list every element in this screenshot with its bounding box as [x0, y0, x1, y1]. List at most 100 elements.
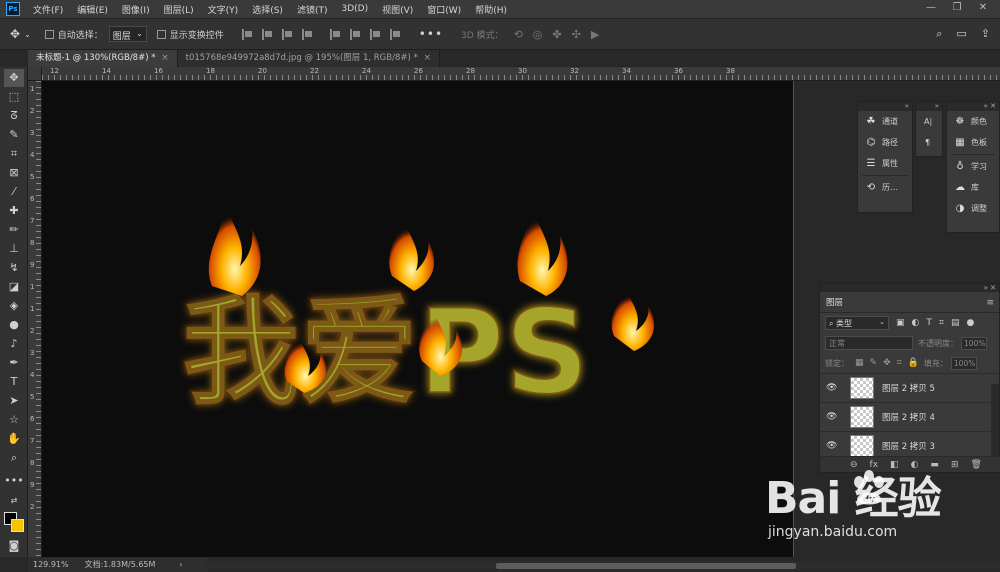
panel-properties[interactable]: ☰ 属性	[858, 153, 912, 174]
character-icon[interactable]: A|	[916, 111, 942, 132]
align-bottom-icon[interactable]	[369, 28, 381, 40]
move-tool-icon[interactable]: ✥	[10, 27, 20, 41]
blur-tool-icon[interactable]: ●	[4, 316, 24, 334]
lasso-tool-icon[interactable]: ᘔ	[4, 107, 24, 125]
restore-button[interactable]: ❐	[944, 0, 970, 16]
panel-learn[interactable]: ♁ 学习	[947, 156, 999, 177]
align-middle-icon[interactable]	[349, 28, 361, 40]
menu-layer[interactable]: 图层(L)	[157, 3, 201, 16]
menu-filter[interactable]: 滤镜(T)	[290, 3, 335, 16]
menu-image[interactable]: 图像(I)	[115, 3, 157, 16]
type-tool-icon[interactable]: T	[4, 373, 24, 391]
hand-tool-icon[interactable]: ✋	[4, 430, 24, 448]
collapse-icon[interactable]: »	[916, 102, 942, 111]
search-icon[interactable]: ⌕	[936, 27, 942, 41]
lock-pixels-icon[interactable]: ✎	[870, 358, 878, 368]
menu-file[interactable]: 文件(F)	[26, 3, 70, 16]
marquee-tool-icon[interactable]: ⬚	[4, 88, 24, 106]
document-size[interactable]: 文档:1.83M/5.65M	[85, 559, 156, 570]
visibility-eye-icon[interactable]: 👁	[826, 383, 838, 393]
delete-layer-icon[interactable]: 🗑	[970, 460, 981, 470]
align-right-icon[interactable]	[281, 28, 293, 40]
quick-mask-icon[interactable]: ◙	[4, 537, 24, 555]
3d-orbit-icon[interactable]: ⟲	[514, 28, 523, 41]
collapse-icon[interactable]: » ✕	[947, 102, 999, 111]
distribute-vertical-icon[interactable]	[389, 28, 401, 40]
lock-transparent-icon[interactable]: ▦	[855, 358, 864, 368]
background-color-swatch[interactable]	[11, 519, 24, 532]
3d-pan-icon[interactable]: ✤	[552, 28, 561, 41]
new-layer-icon[interactable]: ⊞	[951, 460, 959, 470]
crop-tool-icon[interactable]: ⌗	[4, 145, 24, 163]
move-tool-icon[interactable]: ✥	[4, 69, 24, 87]
panel-menu-icon[interactable]: ≡	[986, 298, 994, 308]
quick-select-tool-icon[interactable]: ✎	[4, 126, 24, 144]
chevron-down-icon[interactable]: ⌄	[24, 30, 31, 39]
edit-toolbar-icon[interactable]: •••	[4, 472, 24, 490]
paint-bucket-tool-icon[interactable]: ◈	[4, 297, 24, 315]
lock-artboard-icon[interactable]: ⌗	[897, 358, 902, 368]
3d-camera-icon[interactable]: ▶	[591, 28, 599, 41]
tab-jpg-document[interactable]: t015768e949972a8d7d.jpg @ 195%(图层 1, RGB…	[177, 50, 440, 67]
document-canvas[interactable]: 我爱PS	[42, 81, 794, 557]
share-icon[interactable]: ⇪	[981, 27, 990, 41]
status-arrow-icon[interactable]: ›	[179, 560, 182, 569]
close-tab-icon[interactable]: ×	[161, 53, 168, 63]
close-tab-icon[interactable]: ×	[424, 53, 431, 63]
horizontal-ruler[interactable]: 12 14 16 18 20 22 24 26 28 30 32 34 36 3…	[42, 67, 1000, 81]
more-options-button[interactable]: •••	[419, 27, 443, 41]
menu-edit[interactable]: 编辑(E)	[70, 3, 115, 16]
clone-stamp-tool-icon[interactable]: ⊥	[4, 240, 24, 258]
menu-select[interactable]: 选择(S)	[245, 3, 290, 16]
tab-untitled-1[interactable]: 未标题-1 @ 130%(RGB/8#) * ×	[28, 50, 178, 67]
scrollbar-thumb[interactable]	[496, 563, 796, 569]
workspace-icon[interactable]: ▭	[956, 27, 966, 41]
3d-slide-icon[interactable]: ✣	[572, 28, 581, 41]
menu-window[interactable]: 窗口(W)	[420, 3, 468, 16]
filter-adjustment-icon[interactable]: ◐	[912, 318, 920, 328]
opacity-field[interactable]: 100%	[961, 336, 987, 350]
menu-type[interactable]: 文字(Y)	[201, 3, 246, 16]
panel-adjustments[interactable]: ◑ 调整	[947, 198, 999, 219]
swap-colors-icon[interactable]: ⇄	[4, 492, 24, 510]
distribute-icon[interactable]	[301, 28, 313, 40]
panel-color[interactable]: ☸ 颜色	[947, 111, 999, 132]
minimize-button[interactable]: —	[918, 0, 944, 16]
eyedropper-tool-icon[interactable]: ⁄	[4, 183, 24, 201]
eraser-tool-icon[interactable]: ◪	[4, 278, 24, 296]
panel-history[interactable]: ⟲ 历…	[858, 177, 912, 198]
lock-all-icon[interactable]: 🔒	[908, 358, 919, 368]
filter-shape-icon[interactable]: ⌗	[939, 318, 944, 328]
tab-layers[interactable]: 图层	[826, 296, 843, 308]
show-transform-checkbox[interactable]	[156, 29, 166, 39]
horizontal-scrollbar[interactable]	[206, 561, 1000, 571]
layer-row[interactable]: 👁 图层 2 拷贝 4	[820, 402, 999, 431]
visibility-eye-icon[interactable]: 👁	[826, 441, 838, 451]
lock-position-icon[interactable]: ✥	[883, 358, 891, 368]
align-top-icon[interactable]	[329, 28, 341, 40]
brush-tool-icon[interactable]: ✏	[4, 221, 24, 239]
paragraph-icon[interactable]: ¶	[916, 132, 942, 153]
filter-toggle-icon[interactable]: ●	[966, 318, 974, 328]
auto-select-dropdown[interactable]: 图层 ⌄	[108, 26, 147, 42]
collapse-icon[interactable]: »	[858, 102, 912, 111]
menu-view[interactable]: 视图(V)	[375, 3, 420, 16]
vertical-ruler[interactable]: 1 2 3 4 5 6 7 8 9 1 1 2 3 4 5 6 7 8 9 2	[28, 81, 42, 557]
3d-roll-icon[interactable]: ◎	[533, 28, 543, 41]
panel-paths[interactable]: ⌬ 路径	[858, 132, 912, 153]
layer-filter-dropdown[interactable]: ⌕ 类型 ⌄	[825, 316, 889, 330]
ruler-origin[interactable]	[28, 67, 42, 81]
panel-libraries[interactable]: ☁ 库	[947, 177, 999, 198]
layer-row[interactable]: 👁 图层 2 拷贝 5	[820, 373, 999, 402]
collapse-icon[interactable]: » ✕	[820, 284, 999, 292]
panel-channels[interactable]: ☘ 通道	[858, 111, 912, 132]
align-center-icon[interactable]	[261, 28, 273, 40]
fill-field[interactable]: 100%	[950, 356, 977, 370]
close-button[interactable]: ✕	[970, 0, 996, 16]
visibility-eye-icon[interactable]: 👁	[826, 412, 838, 422]
zoom-level[interactable]: 129.91%	[33, 560, 69, 569]
path-select-tool-icon[interactable]: ➤	[4, 392, 24, 410]
zoom-tool-icon[interactable]: ⌕	[4, 449, 24, 467]
shape-tool-icon[interactable]: ☆	[4, 411, 24, 429]
filter-smart-icon[interactable]: ▤	[951, 318, 960, 328]
